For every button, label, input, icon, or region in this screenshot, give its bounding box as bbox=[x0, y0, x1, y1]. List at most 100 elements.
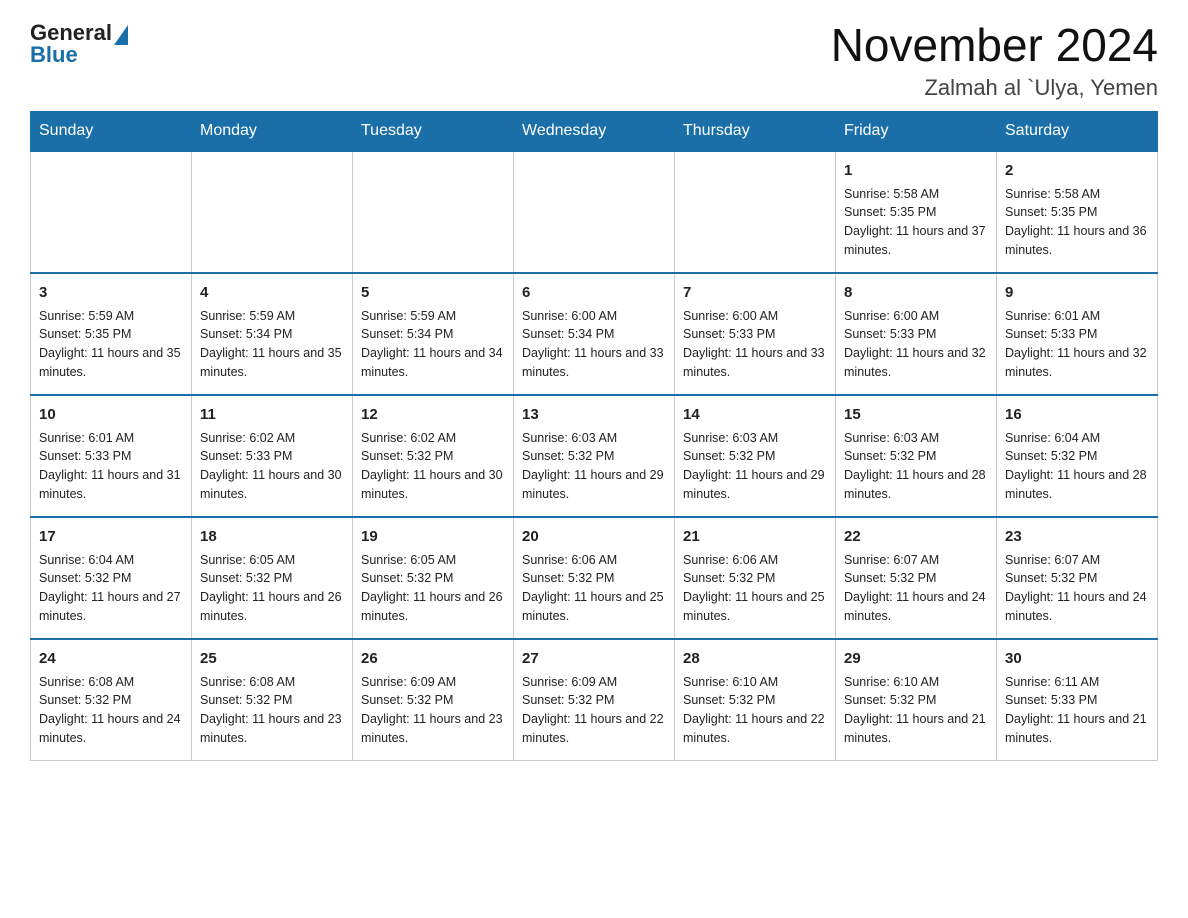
title-block: November 2024 Zalmah al `Ulya, Yemen bbox=[831, 20, 1158, 101]
day-cell bbox=[353, 151, 514, 273]
day-info: Sunrise: 6:07 AMSunset: 5:32 PMDaylight:… bbox=[844, 551, 988, 626]
week-row-1: 1 Sunrise: 5:58 AMSunset: 5:35 PMDaylight… bbox=[31, 151, 1158, 273]
day-info: Sunrise: 6:00 AMSunset: 5:33 PMDaylight:… bbox=[844, 307, 988, 382]
day-cell bbox=[192, 151, 353, 273]
day-cell: 6 Sunrise: 6:00 AMSunset: 5:34 PMDaylight… bbox=[514, 273, 675, 395]
day-number: 8 bbox=[844, 282, 988, 303]
day-info: Sunrise: 6:09 AMSunset: 5:32 PMDaylight:… bbox=[522, 673, 666, 748]
day-cell: 18 Sunrise: 6:05 AMSunset: 5:32 PMDayligh… bbox=[192, 517, 353, 639]
day-info: Sunrise: 6:08 AMSunset: 5:32 PMDaylight:… bbox=[200, 673, 344, 748]
logo-arrow-icon bbox=[114, 25, 128, 45]
day-info: Sunrise: 6:11 AMSunset: 5:33 PMDaylight:… bbox=[1005, 673, 1149, 748]
day-cell: 24 Sunrise: 6:08 AMSunset: 5:32 PMDayligh… bbox=[31, 639, 192, 761]
day-number: 2 bbox=[1005, 160, 1149, 181]
logo: General Blue bbox=[30, 20, 128, 68]
day-number: 26 bbox=[361, 648, 505, 669]
day-cell: 27 Sunrise: 6:09 AMSunset: 5:32 PMDayligh… bbox=[514, 639, 675, 761]
day-info: Sunrise: 5:59 AMSunset: 5:34 PMDaylight:… bbox=[361, 307, 505, 382]
day-cell: 29 Sunrise: 6:10 AMSunset: 5:32 PMDayligh… bbox=[836, 639, 997, 761]
calendar-header-row: SundayMondayTuesdayWednesdayThursdayFrid… bbox=[31, 111, 1158, 151]
day-number: 9 bbox=[1005, 282, 1149, 303]
day-info: Sunrise: 6:08 AMSunset: 5:32 PMDaylight:… bbox=[39, 673, 183, 748]
day-cell: 30 Sunrise: 6:11 AMSunset: 5:33 PMDayligh… bbox=[997, 639, 1158, 761]
day-info: Sunrise: 6:01 AMSunset: 5:33 PMDaylight:… bbox=[1005, 307, 1149, 382]
day-cell: 12 Sunrise: 6:02 AMSunset: 5:32 PMDayligh… bbox=[353, 395, 514, 517]
day-info: Sunrise: 6:03 AMSunset: 5:32 PMDaylight:… bbox=[844, 429, 988, 504]
col-header-sunday: Sunday bbox=[31, 111, 192, 151]
day-info: Sunrise: 6:02 AMSunset: 5:33 PMDaylight:… bbox=[200, 429, 344, 504]
day-info: Sunrise: 6:05 AMSunset: 5:32 PMDaylight:… bbox=[361, 551, 505, 626]
day-number: 12 bbox=[361, 404, 505, 425]
day-cell: 16 Sunrise: 6:04 AMSunset: 5:32 PMDayligh… bbox=[997, 395, 1158, 517]
day-info: Sunrise: 5:58 AMSunset: 5:35 PMDaylight:… bbox=[1005, 185, 1149, 260]
day-number: 7 bbox=[683, 282, 827, 303]
week-row-4: 17Sunrise: 6:04 AMSunset: 5:32 PMDayligh… bbox=[31, 517, 1158, 639]
day-number: 13 bbox=[522, 404, 666, 425]
day-cell: 21 Sunrise: 6:06 AMSunset: 5:32 PMDayligh… bbox=[675, 517, 836, 639]
day-cell: 15 Sunrise: 6:03 AMSunset: 5:32 PMDayligh… bbox=[836, 395, 997, 517]
day-info: Sunrise: 6:05 AMSunset: 5:32 PMDaylight:… bbox=[200, 551, 344, 626]
day-cell: 3 Sunrise: 5:59 AMSunset: 5:35 PMDaylight… bbox=[31, 273, 192, 395]
day-info: Sunrise: 6:06 AMSunset: 5:32 PMDaylight:… bbox=[522, 551, 666, 626]
month-title: November 2024 bbox=[831, 20, 1158, 71]
day-info: Sunrise: 6:04 AMSunset: 5:32 PMDaylight:… bbox=[1005, 429, 1149, 504]
day-number: 11 bbox=[200, 404, 344, 425]
location-title: Zalmah al `Ulya, Yemen bbox=[831, 75, 1158, 101]
day-cell: 8 Sunrise: 6:00 AMSunset: 5:33 PMDaylight… bbox=[836, 273, 997, 395]
day-info: Sunrise: 6:10 AMSunset: 5:32 PMDaylight:… bbox=[844, 673, 988, 748]
col-header-wednesday: Wednesday bbox=[514, 111, 675, 151]
page-header: General Blue November 2024 Zalmah al `Ul… bbox=[30, 20, 1158, 101]
day-number: 3 bbox=[39, 282, 183, 303]
day-cell: 10 Sunrise: 6:01 AMSunset: 5:33 PMDayligh… bbox=[31, 395, 192, 517]
day-cell: 22 Sunrise: 6:07 AMSunset: 5:32 PMDayligh… bbox=[836, 517, 997, 639]
day-info: Sunrise: 6:01 AMSunset: 5:33 PMDaylight:… bbox=[39, 429, 183, 504]
day-info: Sunrise: 6:06 AMSunset: 5:32 PMDaylight:… bbox=[683, 551, 827, 626]
day-number: 24 bbox=[39, 648, 183, 669]
day-info: Sunrise: 6:09 AMSunset: 5:32 PMDaylight:… bbox=[361, 673, 505, 748]
day-cell: 9 Sunrise: 6:01 AMSunset: 5:33 PMDaylight… bbox=[997, 273, 1158, 395]
day-number: 5 bbox=[361, 282, 505, 303]
day-info: Sunrise: 5:58 AMSunset: 5:35 PMDaylight:… bbox=[844, 185, 988, 260]
day-info: Sunrise: 5:59 AMSunset: 5:35 PMDaylight:… bbox=[39, 307, 183, 382]
col-header-friday: Friday bbox=[836, 111, 997, 151]
day-number: 29 bbox=[844, 648, 988, 669]
day-cell: 23Sunrise: 6:07 AMSunset: 5:32 PMDayligh… bbox=[997, 517, 1158, 639]
day-info: Sunrise: 6:03 AMSunset: 5:32 PMDaylight:… bbox=[522, 429, 666, 504]
day-number: 25 bbox=[200, 648, 344, 669]
day-cell: 13 Sunrise: 6:03 AMSunset: 5:32 PMDayligh… bbox=[514, 395, 675, 517]
day-info: Sunrise: 6:00 AMSunset: 5:33 PMDaylight:… bbox=[683, 307, 827, 382]
day-number: 27 bbox=[522, 648, 666, 669]
day-number: 4 bbox=[200, 282, 344, 303]
day-cell: 1 Sunrise: 5:58 AMSunset: 5:35 PMDaylight… bbox=[836, 151, 997, 273]
day-number: 28 bbox=[683, 648, 827, 669]
day-info: Sunrise: 6:03 AMSunset: 5:32 PMDaylight:… bbox=[683, 429, 827, 504]
day-number: 6 bbox=[522, 282, 666, 303]
day-number: 18 bbox=[200, 526, 344, 547]
day-cell bbox=[514, 151, 675, 273]
col-header-monday: Monday bbox=[192, 111, 353, 151]
day-number: 14 bbox=[683, 404, 827, 425]
day-number: 22 bbox=[844, 526, 988, 547]
day-number: 1 bbox=[844, 160, 988, 181]
day-info: Sunrise: 6:00 AMSunset: 5:34 PMDaylight:… bbox=[522, 307, 666, 382]
day-number: 19 bbox=[361, 526, 505, 547]
logo-blue-text: Blue bbox=[30, 42, 78, 68]
day-number: 30 bbox=[1005, 648, 1149, 669]
day-cell bbox=[31, 151, 192, 273]
col-header-thursday: Thursday bbox=[675, 111, 836, 151]
day-number: 10 bbox=[39, 404, 183, 425]
day-cell: 2 Sunrise: 5:58 AMSunset: 5:35 PMDaylight… bbox=[997, 151, 1158, 273]
day-number: 16 bbox=[1005, 404, 1149, 425]
day-number: 23 bbox=[1005, 526, 1149, 547]
col-header-saturday: Saturday bbox=[997, 111, 1158, 151]
day-number: 21 bbox=[683, 526, 827, 547]
day-cell: 19 Sunrise: 6:05 AMSunset: 5:32 PMDayligh… bbox=[353, 517, 514, 639]
calendar-table: SundayMondayTuesdayWednesdayThursdayFrid… bbox=[30, 111, 1158, 761]
day-number: 15 bbox=[844, 404, 988, 425]
day-info: Sunrise: 6:04 AMSunset: 5:32 PMDaylight:… bbox=[39, 551, 183, 626]
day-info: Sunrise: 6:02 AMSunset: 5:32 PMDaylight:… bbox=[361, 429, 505, 504]
day-info: Sunrise: 5:59 AMSunset: 5:34 PMDaylight:… bbox=[200, 307, 344, 382]
day-cell: 11 Sunrise: 6:02 AMSunset: 5:33 PMDayligh… bbox=[192, 395, 353, 517]
week-row-3: 10 Sunrise: 6:01 AMSunset: 5:33 PMDayligh… bbox=[31, 395, 1158, 517]
day-cell: 26 Sunrise: 6:09 AMSunset: 5:32 PMDayligh… bbox=[353, 639, 514, 761]
